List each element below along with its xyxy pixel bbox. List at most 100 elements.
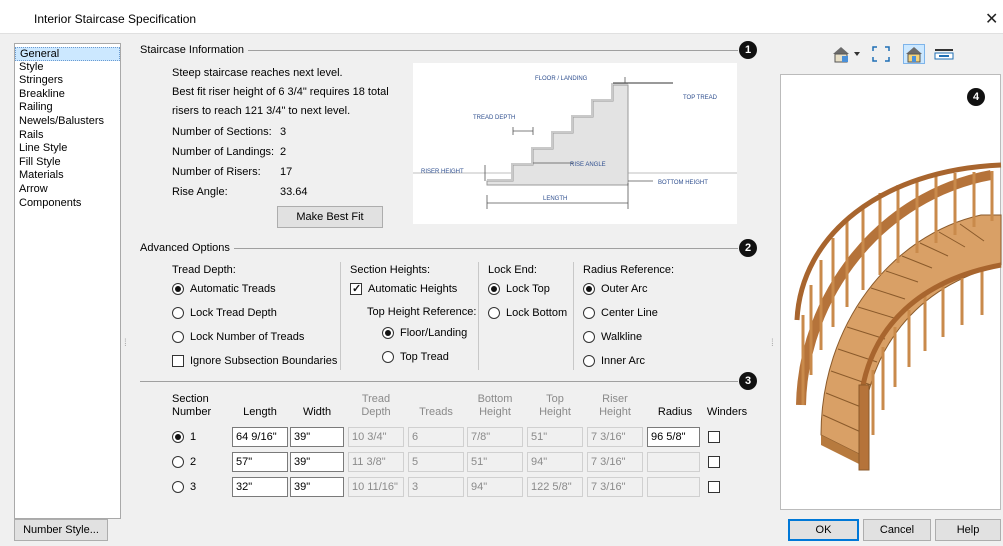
lock-bottom-label[interactable]: Lock Bottom (506, 307, 567, 319)
top-tread-radio[interactable] (382, 351, 394, 363)
house-view-icon (833, 47, 860, 63)
header-riser-line-2: Height (599, 406, 631, 418)
ok-button[interactable]: OK (788, 519, 859, 541)
info-line-1: Steep staircase reaches next level. (172, 67, 343, 79)
camera-view-dropdown[interactable] (830, 44, 864, 64)
header-tread-line-2: Depth (361, 406, 391, 418)
sidebar-item-line-style[interactable]: Line Style (15, 142, 120, 156)
section-1-width-input[interactable]: 39" (290, 427, 344, 447)
section-3-radio[interactable] (172, 481, 184, 493)
diagram-label-top-tread: TOP TREAD (683, 95, 718, 101)
outer-arc-label[interactable]: Outer Arc (601, 283, 647, 295)
lock-top-label[interactable]: Lock Top (506, 283, 550, 295)
sidebar-item-fill-style[interactable]: Fill Style (15, 156, 120, 170)
lock-tread-depth-label[interactable]: Lock Tread Depth (190, 307, 277, 319)
section-3-width-input[interactable]: 39" (290, 477, 344, 497)
sidebar-item-general[interactable]: General (15, 47, 120, 61)
close-icon[interactable]: ✕ (985, 9, 998, 29)
sidebar-item-railing[interactable]: Railing (15, 101, 120, 115)
radius-reference-heading: Radius Reference: (583, 264, 675, 276)
sidebar-item-stringers[interactable]: Stringers (15, 74, 120, 88)
header-treads: Treads (419, 406, 453, 418)
section-3-riser-height-input: 7 3/16" (587, 477, 643, 497)
lock-tread-depth-radio[interactable] (172, 307, 184, 319)
walkline-radio[interactable] (583, 331, 595, 343)
fill-window-icon (872, 46, 890, 62)
make-best-fit-button[interactable]: Make Best Fit (277, 206, 383, 228)
floor-landing-label[interactable]: Floor/Landing (400, 327, 467, 339)
3d-preview-pane[interactable]: 4 (780, 74, 1002, 510)
sidebar-item-breakline[interactable]: Breakline (15, 88, 120, 102)
sections-count-value: 3 (280, 126, 287, 138)
automatic-treads-radio[interactable] (172, 283, 184, 295)
callout-badge-2: 2 (739, 239, 757, 257)
lock-top-radio[interactable] (488, 283, 500, 295)
help-button[interactable]: Help (935, 519, 1001, 541)
toolbar-settings-icon (934, 49, 954, 60)
diagram-label-riser-height: RISER HEIGHT (421, 169, 464, 175)
section-heights-heading: Section Heights: (350, 264, 431, 276)
section-2-length-input[interactable]: 57" (232, 452, 288, 472)
ignore-subsection-checkbox[interactable] (172, 355, 184, 367)
automatic-heights-label[interactable]: Automatic Heights (368, 283, 457, 295)
left-splitter-handle[interactable]: ⁞ (124, 338, 127, 349)
lock-number-treads-label[interactable]: Lock Number of Treads (190, 331, 304, 343)
center-line-radio[interactable] (583, 307, 595, 319)
inner-arc-label[interactable]: Inner Arc (601, 355, 645, 367)
section-1-radio[interactable] (172, 431, 184, 443)
top-tread-label[interactable]: Top Tread (400, 351, 449, 363)
fill-window-button[interactable] (870, 44, 892, 64)
section-1-winders-checkbox[interactable] (708, 431, 720, 443)
section-2-winders-checkbox[interactable] (708, 456, 720, 468)
automatic-heights-checkbox[interactable] (350, 282, 362, 295)
header-winders: Winders (706, 406, 748, 418)
house-render-icon (906, 47, 922, 63)
callout-badge-4: 4 (967, 88, 985, 106)
rise-angle-value: 33.64 (280, 186, 308, 198)
header-bottom-line-2: Height (479, 406, 511, 418)
section-1-riser-height-input: 7 3/16" (587, 427, 643, 447)
staircase-3d-preview (794, 162, 1002, 471)
tread-depth-heading: Tread Depth: (172, 264, 236, 276)
outer-arc-radio[interactable] (583, 283, 595, 295)
landings-count-label: Number of Landings: (172, 146, 275, 158)
section-2-width-input[interactable]: 39" (290, 452, 344, 472)
ignore-subsection-label[interactable]: Ignore Subsection Boundaries (190, 355, 337, 367)
section-3-length-input[interactable]: 32" (232, 477, 288, 497)
rise-angle-label: Rise Angle: (172, 186, 228, 198)
category-list[interactable]: General Style Stringers Breakline Railin… (14, 43, 121, 519)
section-3-winders-checkbox[interactable] (708, 481, 720, 493)
info-line-3: risers to reach 121 3/4" to next level. (172, 105, 351, 117)
right-splitter-handle[interactable]: ⁞ (771, 338, 774, 349)
number-style-button[interactable]: Number Style... (14, 519, 108, 541)
section-1-length-input[interactable]: 64 9/16" (232, 427, 288, 447)
inner-arc-radio[interactable] (583, 355, 595, 367)
header-width: Width (302, 406, 332, 418)
section-1-radius-input[interactable]: 96 5/8" (647, 427, 700, 447)
cancel-button[interactable]: Cancel (863, 519, 931, 541)
sections-count-label: Number of Sections: (172, 126, 272, 138)
sidebar-item-newels-balusters[interactable]: Newels/Balusters (15, 115, 120, 129)
automatic-treads-label[interactable]: Automatic Treads (190, 283, 276, 295)
header-section-line-1: Section (172, 393, 209, 405)
sidebar-item-style[interactable]: Style (15, 61, 120, 75)
sections-divider (140, 381, 738, 382)
lock-bottom-radio[interactable] (488, 307, 500, 319)
section-2-radius-input (647, 452, 700, 472)
section-3-number: 3 (190, 481, 197, 493)
section-2-radio[interactable] (172, 456, 184, 468)
walkline-label[interactable]: Walkline (601, 331, 642, 343)
sidebar-item-arrow[interactable]: Arrow (15, 183, 120, 197)
sidebar-item-materials[interactable]: Materials (15, 169, 120, 183)
diagram-label-bottom-height: BOTTOM HEIGHT (658, 180, 708, 186)
sidebar-item-rails[interactable]: Rails (15, 129, 120, 143)
lock-number-treads-radio[interactable] (172, 331, 184, 343)
section-1-top-height-input: 51" (527, 427, 583, 447)
render-mode-button[interactable] (903, 44, 925, 64)
section-2-treads-input: 5 (408, 452, 464, 472)
floor-landing-radio[interactable] (382, 327, 394, 339)
camera-options-button[interactable] (933, 44, 955, 64)
section-1-tread-depth-input: 10 3/4" (348, 427, 404, 447)
center-line-label[interactable]: Center Line (601, 307, 658, 319)
sidebar-item-components[interactable]: Components (15, 197, 120, 211)
